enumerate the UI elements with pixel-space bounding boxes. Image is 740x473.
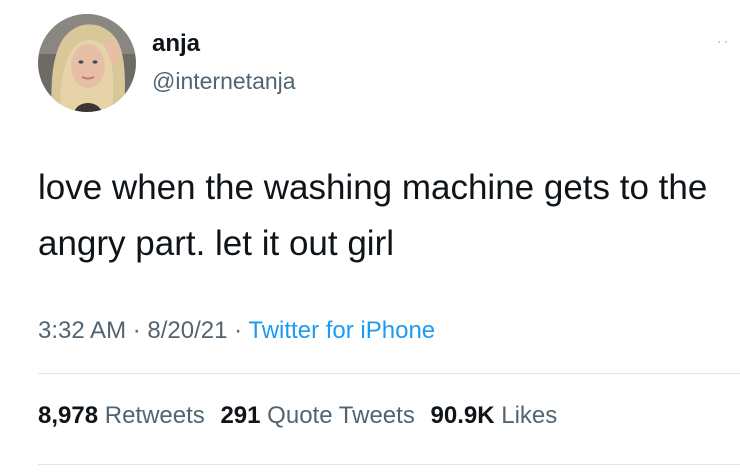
divider	[38, 373, 740, 374]
display-name[interactable]: anja	[152, 30, 200, 58]
tweet-card: anja @internetanja ·· love when the wash…	[0, 0, 740, 473]
quote-tweets-count: 291	[220, 402, 261, 429]
likes-label: Likes	[501, 402, 558, 429]
retweets-label: Retweets	[104, 402, 205, 429]
likes-stat[interactable]: 90.9K Likes	[431, 402, 558, 429]
tweet-text: love when the washing machine gets to th…	[38, 168, 708, 263]
retweets-count: 8,978	[38, 402, 99, 429]
avatar[interactable]	[38, 14, 136, 112]
retweets-stat[interactable]: 8,978 Retweets	[38, 402, 205, 429]
avatar-image	[38, 14, 136, 112]
separator: ·	[132, 317, 141, 344]
separator: ·	[234, 317, 243, 344]
quote-tweets-stat[interactable]: 291 Quote Tweets	[220, 402, 414, 429]
likes-count: 90.9K	[430, 402, 495, 429]
tweet-date[interactable]: 8/20/21	[147, 317, 227, 344]
more-dots-icon[interactable]: ··	[716, 32, 730, 50]
tweet-time[interactable]: 3:32 AM	[38, 317, 126, 344]
tweet-source-link[interactable]: Twitter for iPhone	[248, 317, 435, 344]
quote-tweets-label: Quote Tweets	[267, 402, 415, 429]
tweet-stats: 8,978 Retweets 291 Quote Tweets 90.9K Li…	[38, 401, 566, 431]
divider	[38, 464, 740, 465]
tweet-metadata: 3:32 AM · 8/20/21 · Twitter for iPhone	[38, 316, 435, 346]
user-handle[interactable]: @internetanja	[152, 67, 296, 95]
